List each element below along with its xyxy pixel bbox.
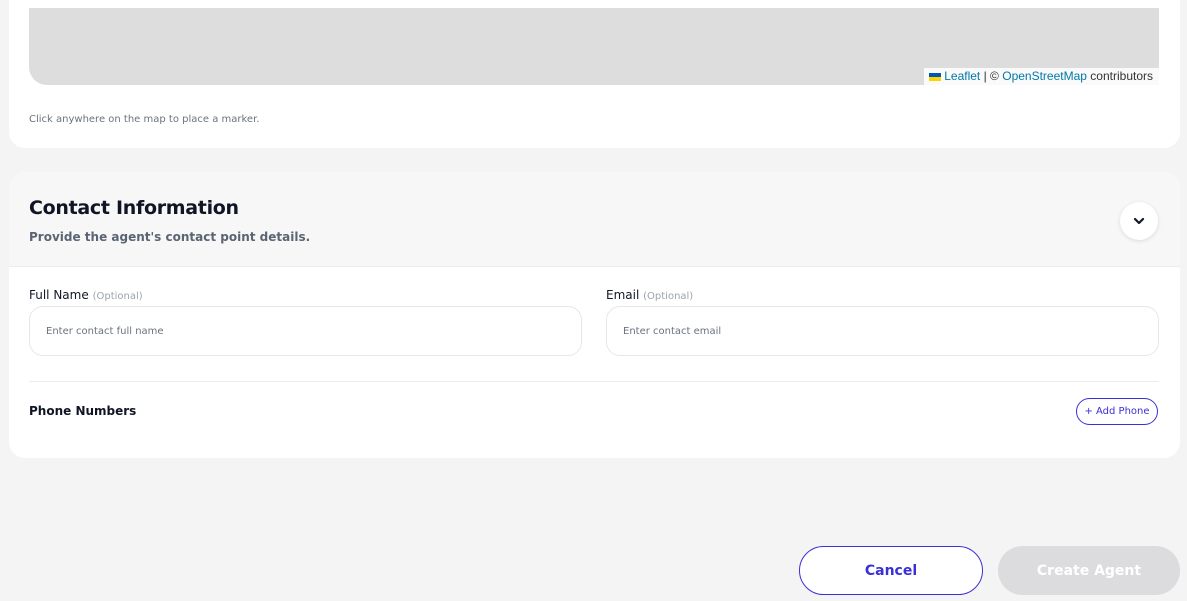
leaflet-link[interactable]: Leaflet xyxy=(944,69,980,83)
map-hint-text: Click anywhere on the map to place a mar… xyxy=(29,114,260,125)
ukraine-flag-icon xyxy=(929,73,942,81)
contact-information-card: Contact Information Provide the agent's … xyxy=(9,172,1180,458)
full-name-optional-tag: (Optional) xyxy=(92,291,143,302)
map-canvas[interactable]: Leaflet | © OpenStreetMap contributors xyxy=(29,8,1159,85)
create-agent-button[interactable]: Create Agent xyxy=(998,546,1180,595)
contact-section-title: Contact Information xyxy=(29,197,239,219)
map-card: Leaflet | © OpenStreetMap contributors C… xyxy=(9,0,1180,148)
cancel-button[interactable]: Cancel xyxy=(799,546,983,595)
full-name-label: Full Name (Optional) xyxy=(29,288,143,302)
attribution-separator: | © xyxy=(983,69,999,83)
email-label: Email (Optional) xyxy=(606,288,693,302)
email-optional-tag: (Optional) xyxy=(643,291,694,302)
email-label-text: Email xyxy=(606,288,640,302)
phone-numbers-label: Phone Numbers xyxy=(29,404,137,418)
email-input[interactable] xyxy=(606,306,1159,356)
map-attribution: Leaflet | © OpenStreetMap contributors xyxy=(924,68,1159,85)
section-divider xyxy=(29,381,1159,382)
add-phone-button[interactable]: + Add Phone xyxy=(1076,398,1158,425)
collapse-toggle-button[interactable] xyxy=(1120,202,1158,240)
contact-section-subtitle: Provide the agent's contact point detail… xyxy=(29,230,311,244)
chevron-down-icon xyxy=(1133,217,1145,225)
contact-section-header[interactable]: Contact Information Provide the agent's … xyxy=(9,172,1180,267)
openstreetmap-link[interactable]: OpenStreetMap xyxy=(1002,69,1087,83)
full-name-input[interactable] xyxy=(29,306,582,356)
full-name-label-text: Full Name xyxy=(29,288,89,302)
attribution-contributors: contributors xyxy=(1090,69,1153,83)
